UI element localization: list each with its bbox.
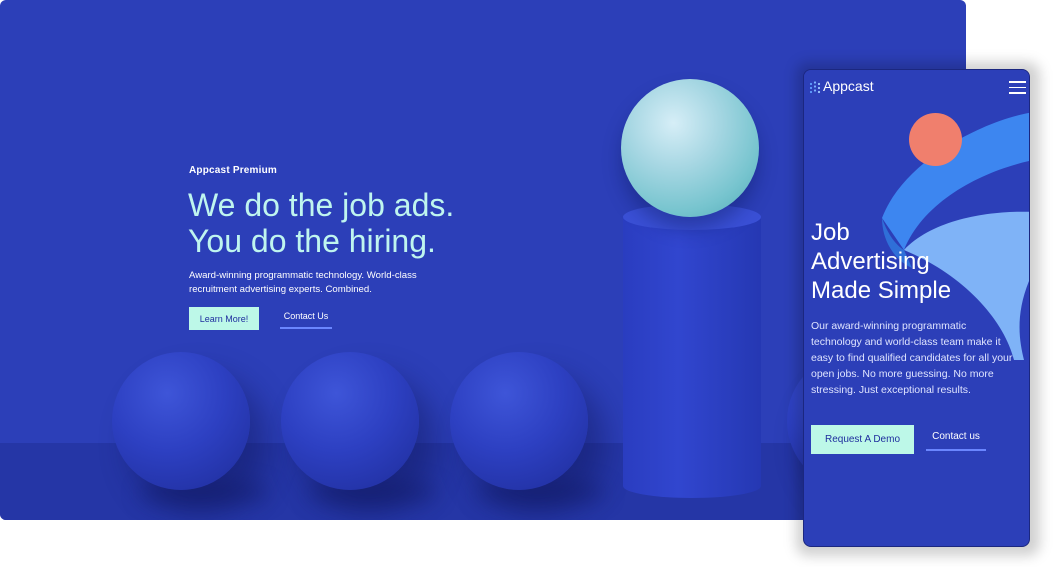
hero-headline-line: You do the hiring. [188,223,436,259]
contact-us-link[interactable]: Contact Us [280,311,332,329]
mobile-headline-line: Job [811,219,850,246]
brand-name: Appcast [823,78,874,94]
hamburger-menu-icon[interactable] [1009,81,1026,94]
contact-us-link[interactable]: Contact us [926,431,986,451]
decorative-coral-circle [909,113,962,166]
decorative-sphere [112,352,250,490]
mobile-hero-headline: Job Advertising Made Simple [811,218,1021,305]
decorative-pearl-sphere [621,79,759,217]
mobile-headline-line: Made Simple [811,277,952,304]
mobile-hero-description: Our award-winning programmatic technolog… [811,320,1013,396]
learn-more-button[interactable]: Learn More! [189,307,259,330]
appcast-logo-icon [809,81,821,94]
decorative-sphere [450,352,588,490]
mobile-headline-line: Advertising [811,248,930,275]
hero-kicker: Appcast Premium [189,165,278,176]
decorative-sphere [281,352,419,490]
hero-headline-line: We do the job ads. [188,187,455,223]
mobile-header: Appcast [804,70,1029,104]
request-demo-button[interactable]: Request A Demo [811,425,914,454]
hero-headline: We do the job ads. You do the hiring. [188,187,454,259]
hero-description: Award-winning programmatic technology. W… [189,270,417,295]
mobile-mockup: Appcast Job Advertising Made Simple Our … [803,69,1030,547]
decorative-pedestal [623,216,761,498]
